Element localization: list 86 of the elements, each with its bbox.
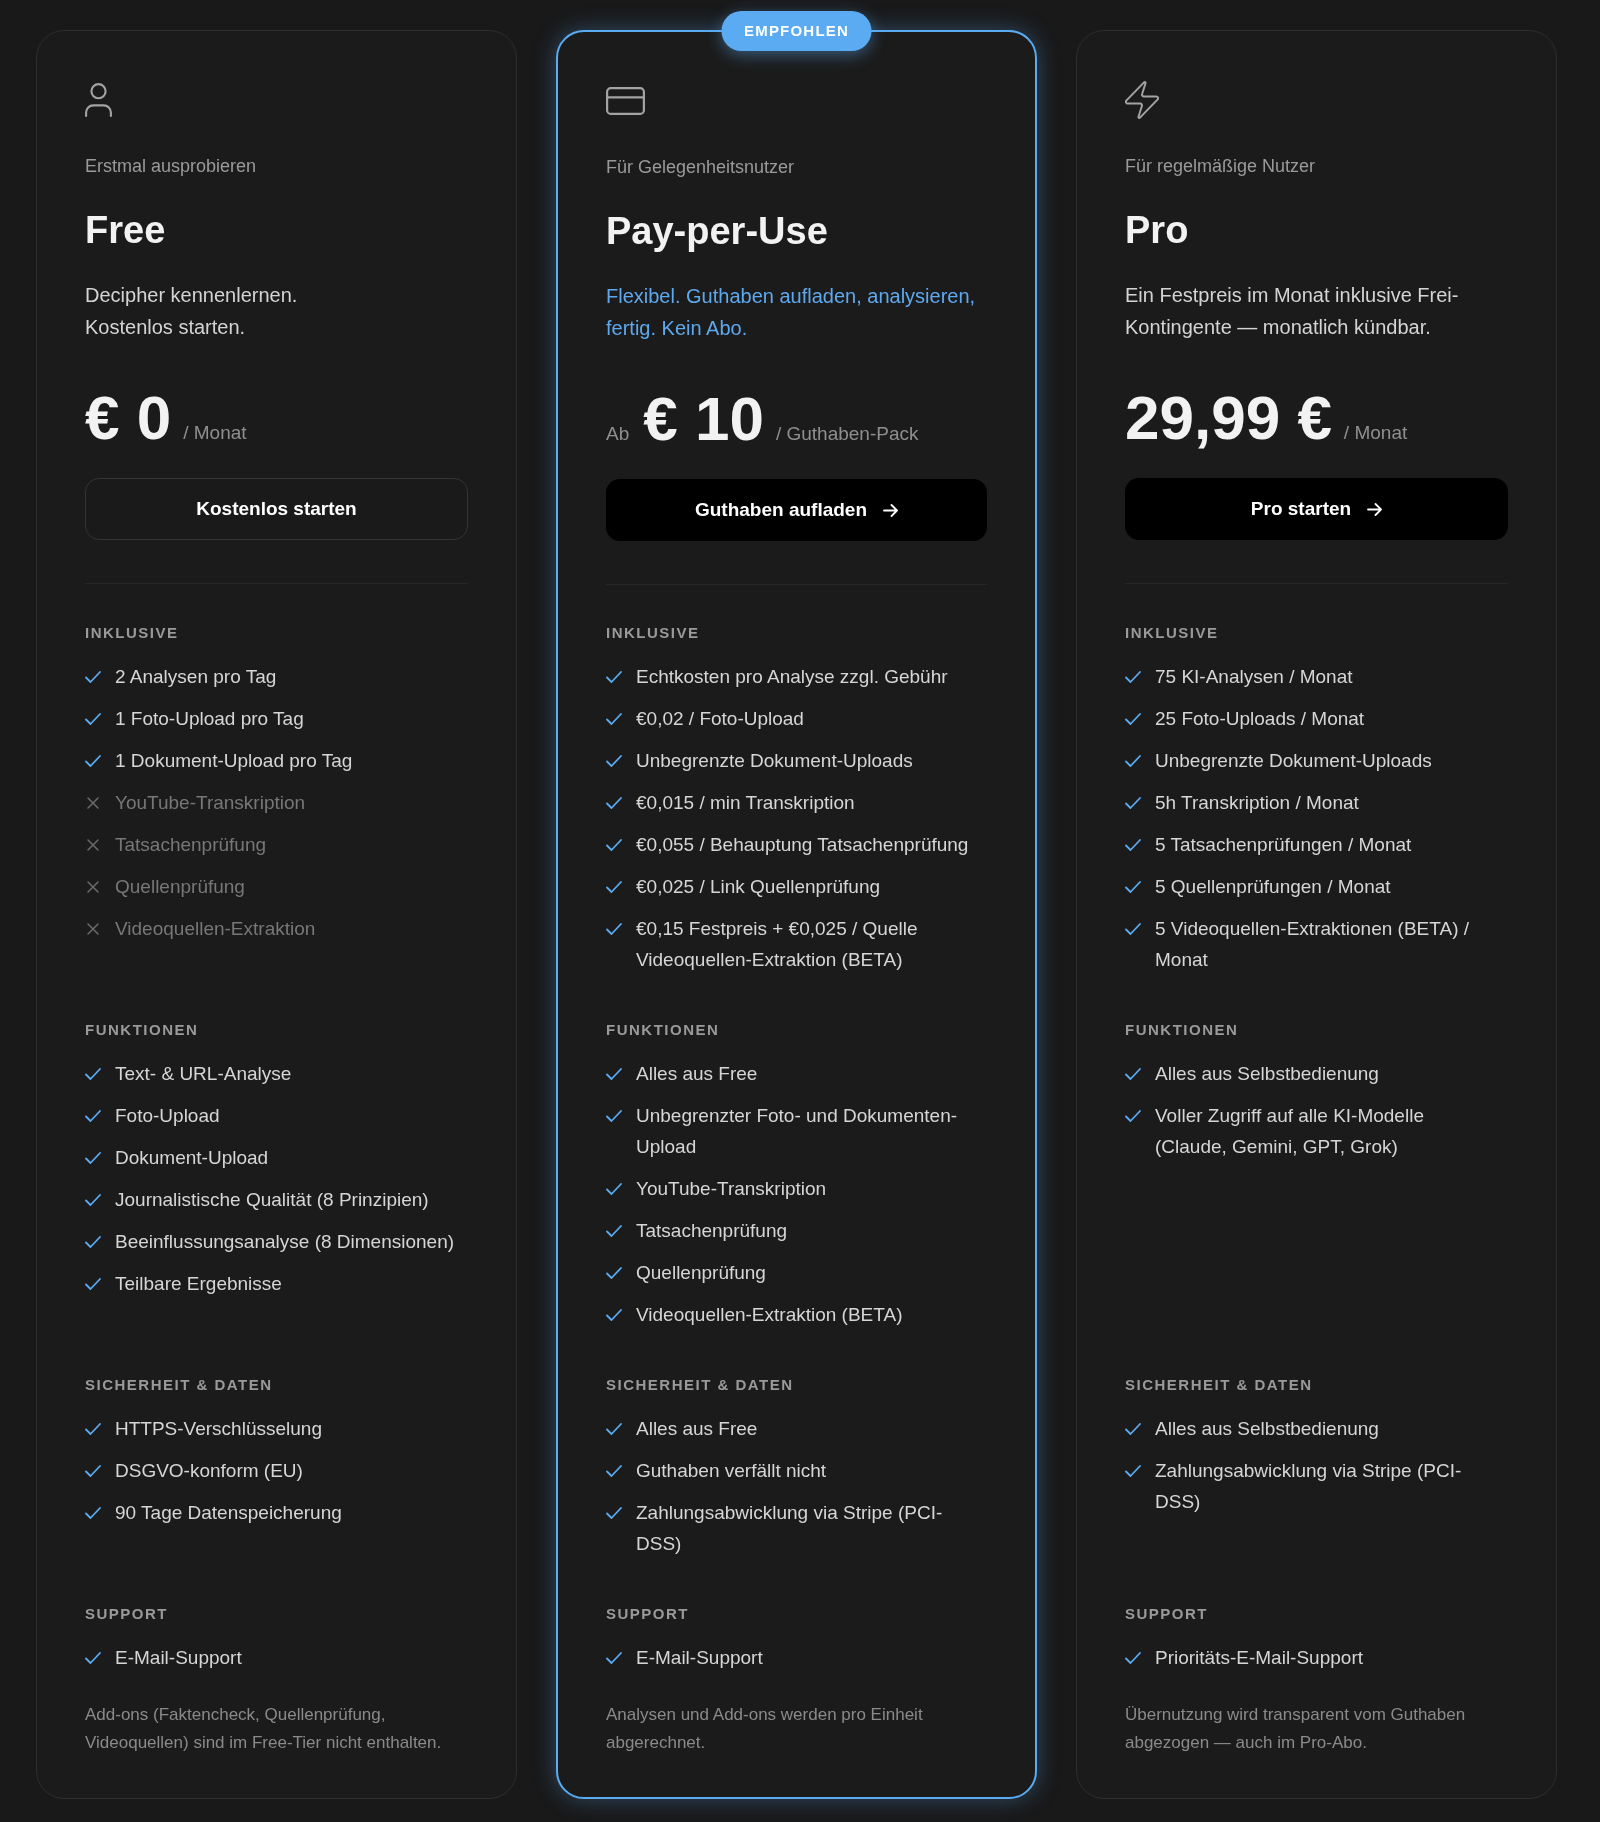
feature-text: Zahlungsabwicklung via Stripe (PCI-DSS) <box>1155 1459 1463 1514</box>
section-heading: FUNKTIONEN <box>85 1020 200 1040</box>
feature-text: Videoquellen-Extraktion (BETA) <box>636 1303 903 1327</box>
feature-text: Alles aus Selbstbedienung <box>1155 1062 1379 1086</box>
plan-description: Flexibel. Guthaben aufladen, analysieren, fertig. Kein Abo. <box>606 284 977 341</box>
feature-text: Tatsachenprüfung <box>115 833 267 857</box>
feature-text: Beeinflussungsanalyse (8 Dimensionen) <box>115 1230 455 1254</box>
credit-card-icon <box>606 87 645 115</box>
feature-text: 25 Foto-Uploads / Monat <box>1155 707 1365 731</box>
feature-text: €0,025 / Link Quellenprüfung <box>636 875 880 899</box>
feature-text: 5 Videoquellen-Extraktionen (BETA) / Monat <box>1155 917 1471 972</box>
section-heading: INKLUSIVE <box>1125 623 1220 643</box>
feature-text: Guthaben verfällt nicht <box>636 1459 827 1483</box>
plan-title: Pay-per-Use <box>606 209 829 254</box>
feature-text: E-Mail-Support <box>115 1646 242 1670</box>
feature-text: Journalistische Qualität (8 Prinzipien) <box>115 1188 429 1212</box>
section-heading: INKLUSIVE <box>85 623 180 643</box>
recommended-badge: EMPFOHLEN <box>721 11 872 51</box>
arrow-right-icon <box>883 503 899 517</box>
feature-text: Dokument-Upload <box>115 1146 269 1170</box>
lightning-icon <box>1125 81 1159 119</box>
feature-text: Foto-Upload <box>115 1104 220 1128</box>
section-heading: SICHERHEIT & DATEN <box>606 1375 795 1395</box>
price-amount: € 10 <box>643 388 764 450</box>
plan-footnote: Add-ons (Faktencheck, Quellenprüfung, Videoquellen) sind im Free-Tier nicht enthalten. <box>85 1704 443 1754</box>
price-period: / Guthaben-Pack <box>775 422 919 446</box>
feature-text: Unbegrenzter Foto- und Dokumenten-Upload <box>636 1104 959 1159</box>
feature-text: Alles aus Free <box>636 1417 758 1441</box>
feature-text: €0,02 / Foto-Upload <box>636 707 804 731</box>
plan-footnote: Übernutzung wird transparent vom Guthaben abgezogen — auch im Pro-Abo. <box>1125 1704 1467 1754</box>
feature-text: Zahlungsabwicklung via Stripe (PCI-DSS) <box>636 1501 944 1556</box>
plan-footnote: Analysen und Add-ons werden pro Einheit abgerechnet. <box>606 1704 924 1754</box>
feature-text: DSGVO-konform (EU) <box>115 1459 303 1483</box>
feature-text: €0,15 Festpreis + €0,025 / Quelle Videoquellen-Extraktion (BETA) <box>636 917 919 972</box>
feature-text: €0,055 / Behauptung Tatsachenprüfung <box>636 833 969 857</box>
price-amount: 29,99 € <box>1125 387 1332 449</box>
plan-button[interactable]: Guthaben aufladen <box>606 479 987 541</box>
feature-text: Unbegrenzte Dokument-Uploads <box>1155 749 1432 773</box>
section-heading: FUNKTIONEN <box>1125 1020 1240 1040</box>
feature-text: Teilbare Ergebnisse <box>115 1272 282 1296</box>
plan-title: Free <box>85 208 167 253</box>
price-period: / Monat <box>1343 421 1408 445</box>
feature-text: Quellenprüfung <box>636 1261 766 1285</box>
feature-text: Unbegrenzte Dokument-Uploads <box>636 749 913 773</box>
feature-text: Voller Zugriff auf alle KI-Modelle (Claude, Gemini, GPT, Grok) <box>1155 1104 1425 1159</box>
feature-text: E-Mail-Support <box>636 1646 763 1670</box>
section-heading: SUPPORT <box>85 1604 169 1624</box>
section-heading: SICHERHEIT & DATEN <box>85 1375 274 1395</box>
feature-text: 5 Quellenprüfungen / Monat <box>1155 875 1391 899</box>
feature-text: Echtkosten pro Analyse zzgl. Gebühr <box>636 665 948 689</box>
plan-tagline: Für regelmäßige Nutzer <box>1125 155 1317 178</box>
feature-text: 2 Analysen pro Tag <box>115 665 277 689</box>
arrow-right-icon <box>1367 502 1383 516</box>
plan-description: Ein Festpreis im Monat inklusive Frei-Kontingente — monatlich kündbar. <box>1125 283 1460 340</box>
feature-text: Text- & URL-Analyse <box>115 1062 292 1086</box>
feature-text: Quellenprüfung <box>115 875 245 899</box>
feature-text: €0,015 / min Transkription <box>636 791 855 815</box>
section-heading: INKLUSIVE <box>606 623 701 643</box>
feature-text: YouTube-Transkription <box>115 791 306 815</box>
feature-text: 5 Tatsachenprüfungen / Monat <box>1155 833 1412 857</box>
plan-button[interactable]: Pro starten <box>1125 478 1508 540</box>
feature-text: Videoquellen-Extraktion <box>115 917 316 941</box>
plan-title: Pro <box>1125 208 1190 253</box>
feature-text: Tatsachenprüfung <box>636 1219 788 1243</box>
feature-text: HTTPS-Verschlüsselung <box>115 1417 322 1441</box>
feature-text: Alles aus Free <box>636 1062 758 1086</box>
plan-description: Decipher kennenlernen. Kostenlos starten. <box>85 283 299 340</box>
plan-tagline: Für Gelegenheitsnutzer <box>606 156 796 179</box>
price-period: / Monat <box>183 421 247 445</box>
price-amount: € 0 <box>85 387 172 449</box>
section-heading: SUPPORT <box>1125 1604 1209 1624</box>
price-prefix: Ab <box>606 422 630 446</box>
feature-text: 75 KI-Analysen / Monat <box>1155 665 1353 689</box>
feature-text: 90 Tage Datenspeicherung <box>115 1501 342 1525</box>
user-icon <box>85 83 112 117</box>
feature-text: 1 Dokument-Upload pro Tag <box>115 749 353 773</box>
feature-text: Alles aus Selbstbedienung <box>1155 1417 1379 1441</box>
feature-text: Prioritäts-E-Mail-Support <box>1155 1646 1363 1670</box>
section-heading: SUPPORT <box>606 1604 690 1624</box>
plan-button[interactable]: Kostenlos starten <box>85 478 468 540</box>
feature-text: 1 Foto-Upload pro Tag <box>115 707 304 731</box>
plan-tagline: Erstmal ausprobieren <box>85 155 258 178</box>
section-heading: FUNKTIONEN <box>606 1020 721 1040</box>
feature-text: YouTube-Transkription <box>636 1177 827 1201</box>
section-heading: SICHERHEIT & DATEN <box>1125 1375 1314 1395</box>
feature-text: 5h Transkription / Monat <box>1155 791 1359 815</box>
